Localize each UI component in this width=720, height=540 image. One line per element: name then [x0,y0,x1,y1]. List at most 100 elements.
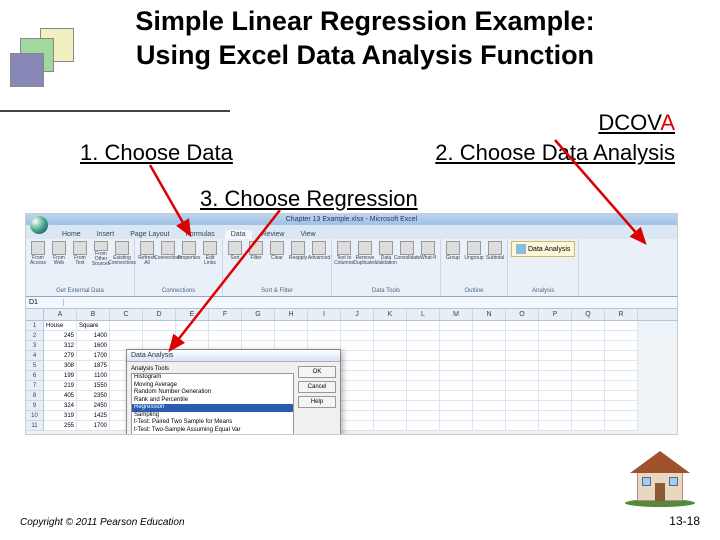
cell[interactable] [506,341,539,351]
cell[interactable] [506,401,539,411]
ribbon-btn-remove-duplicates[interactable]: Remove Duplicates [356,241,374,267]
col-header[interactable]: P [539,309,572,320]
cell[interactable] [374,401,407,411]
ribbon-btn-what-if[interactable]: What-If [419,241,437,267]
ribbon-btn-from-web[interactable]: From Web [50,241,68,267]
ribbon-btn-group[interactable]: Group [444,241,462,267]
cell[interactable] [440,421,473,431]
cell[interactable]: 219 [44,381,77,391]
col-header[interactable]: J [341,309,374,320]
ribbon-btn-connections[interactable]: Connections [159,241,177,267]
cell[interactable] [605,361,638,371]
cell[interactable] [143,331,176,341]
cell[interactable] [341,391,374,401]
cell[interactable] [209,331,242,341]
cell[interactable] [374,321,407,331]
data-analysis-button[interactable]: Data Analysis [511,241,575,257]
cell[interactable] [407,391,440,401]
cell[interactable] [572,421,605,431]
analysis-tool-item[interactable]: Histogram [132,374,293,382]
ribbon-btn-edit-links[interactable]: Edit Links [201,241,219,267]
cell[interactable] [440,331,473,341]
cell[interactable] [110,321,143,331]
cell[interactable] [473,401,506,411]
col-header[interactable]: D [143,309,176,320]
row-header[interactable]: 1 [26,321,44,331]
cell[interactable] [506,421,539,431]
cell[interactable] [572,361,605,371]
cell[interactable]: 1425 [77,411,110,421]
cell[interactable] [506,351,539,361]
cell[interactable] [539,321,572,331]
cell[interactable]: 2450 [77,401,110,411]
cell[interactable] [242,331,275,341]
cell[interactable] [407,371,440,381]
cell[interactable] [308,331,341,341]
row-header[interactable]: 3 [26,341,44,351]
cell[interactable] [374,371,407,381]
cell[interactable] [407,361,440,371]
analysis-tool-item[interactable]: Regression [132,404,293,412]
cell[interactable] [605,411,638,421]
row-header[interactable]: 6 [26,371,44,381]
cell[interactable] [440,371,473,381]
dialog-help-button[interactable]: Help [298,396,336,408]
cell[interactable] [605,401,638,411]
analysis-tool-item[interactable]: t-Test: Paired Two Sample for Means [132,419,293,427]
cell[interactable] [440,351,473,361]
cell[interactable] [176,331,209,341]
cell[interactable] [572,371,605,381]
cell[interactable] [539,381,572,391]
cell[interactable] [407,341,440,351]
cell[interactable] [440,321,473,331]
cell[interactable] [275,321,308,331]
ribbon-btn-data-validation[interactable]: Data Validation [377,241,395,267]
cell[interactable]: 1875 [77,361,110,371]
cell[interactable] [407,331,440,341]
cell[interactable] [341,421,374,431]
cell[interactable] [506,331,539,341]
cell[interactable] [242,321,275,331]
analysis-tool-item[interactable]: Moving Average [132,382,293,390]
ribbon-btn-from-text[interactable]: From Text [71,241,89,267]
col-header[interactable]: Q [572,309,605,320]
cell[interactable] [506,391,539,401]
cell[interactable] [176,321,209,331]
row-header[interactable]: 2 [26,331,44,341]
ribbon-tab-home[interactable]: Home [56,230,87,239]
ribbon-btn-ungroup[interactable]: Ungroup [465,241,483,267]
cell[interactable] [506,381,539,391]
dialog-ok-button[interactable]: OK [298,366,336,378]
col-header[interactable]: I [308,309,341,320]
col-header[interactable]: F [209,309,242,320]
analysis-tool-item[interactable]: Random Number Generation [132,389,293,397]
name-box[interactable]: D1 [26,299,64,306]
col-header[interactable]: H [275,309,308,320]
cell[interactable] [572,381,605,391]
cell[interactable] [341,371,374,381]
col-header[interactable]: L [407,309,440,320]
ribbon-tab-formulas[interactable]: Formulas [180,230,221,239]
cell[interactable] [605,421,638,431]
cell[interactable] [506,361,539,371]
cell[interactable] [572,331,605,341]
cell[interactable] [407,401,440,411]
cell[interactable] [605,381,638,391]
ribbon-btn-from-access[interactable]: From Access [29,241,47,267]
ribbon-tab-view[interactable]: View [294,230,321,239]
ribbon-btn-existing-connections[interactable]: Existing Connections [113,241,131,267]
cell[interactable]: 1700 [77,421,110,431]
row-header[interactable]: 11 [26,421,44,431]
cell[interactable] [440,361,473,371]
cell[interactable] [275,331,308,341]
cell[interactable] [506,321,539,331]
office-button-icon[interactable] [30,216,48,234]
cell[interactable] [473,421,506,431]
cell[interactable] [539,331,572,341]
cell[interactable]: 405 [44,391,77,401]
cell[interactable] [407,321,440,331]
cell[interactable] [539,351,572,361]
cell[interactable] [473,341,506,351]
cell[interactable] [539,421,572,431]
cell[interactable] [506,371,539,381]
